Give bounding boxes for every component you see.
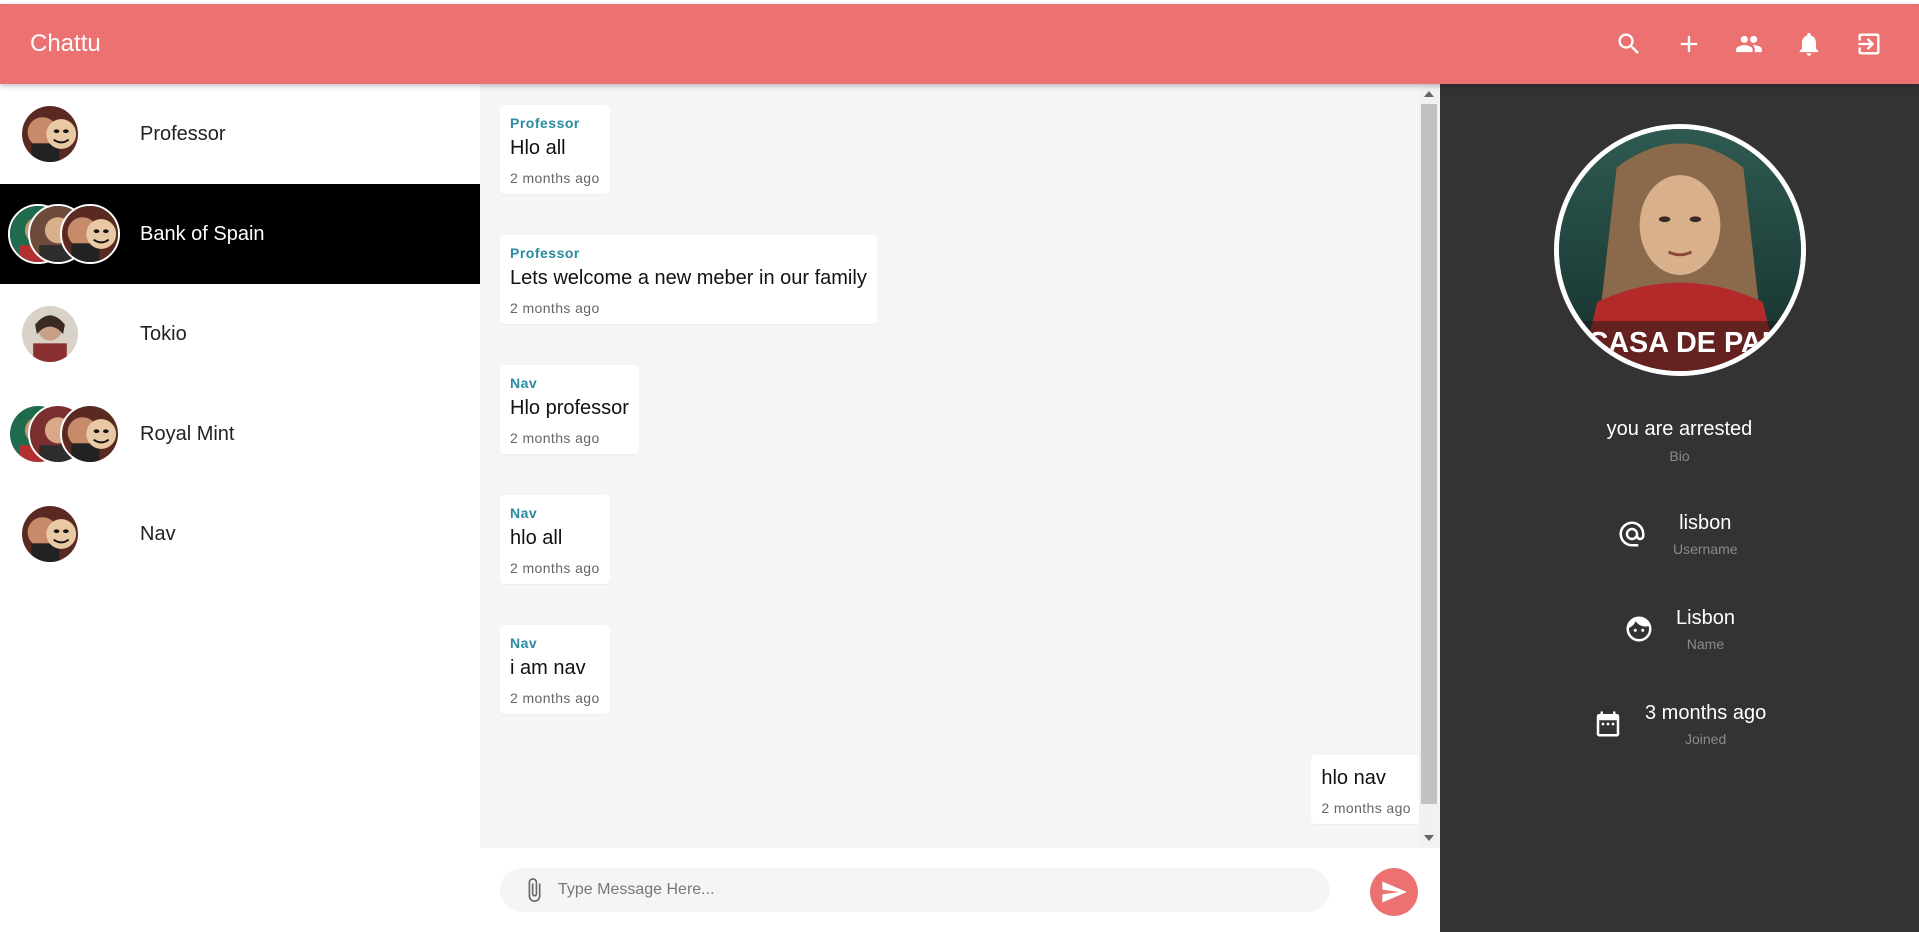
- message-text: i am nav: [510, 657, 586, 679]
- calendar-icon: [1593, 709, 1623, 739]
- poster-text: LA CASA DE PAPEL: [1559, 327, 1801, 359]
- attach-button[interactable]: [514, 870, 554, 910]
- chat-app: Chattu Professor Bank of Spain Tokio Roy…: [0, 0, 1919, 932]
- message-sender: Nav: [510, 635, 538, 651]
- chat-name: Bank of Spain: [140, 222, 265, 245]
- chat-item-nav[interactable]: Nav: [0, 484, 480, 584]
- scroll-up-button[interactable]: [1419, 86, 1439, 102]
- joined-label: Joined: [1684, 730, 1727, 747]
- arrow-down-icon: [1424, 835, 1434, 841]
- message-sender: Professor: [510, 245, 580, 261]
- paperclip-icon: [528, 878, 541, 902]
- send-icon: [1382, 881, 1407, 903]
- avatar: [20, 304, 80, 364]
- chat-avatar-group: [0, 284, 140, 384]
- search-button[interactable]: [1599, 14, 1659, 74]
- message-bubble: Nav hlo all 2 months ago: [500, 495, 610, 584]
- message-bubble-own: hlo nav 2 months ago: [1311, 755, 1421, 824]
- joined-value: 3 months ago: [1645, 701, 1767, 724]
- username-row: lisbon Username: [1617, 509, 1738, 559]
- message-input[interactable]: [558, 870, 1298, 910]
- scroll-down-button[interactable]: [1419, 830, 1439, 846]
- message-time: 2 months ago: [1321, 800, 1411, 816]
- chat-avatar-group: [0, 384, 140, 484]
- chat-name: Tokio: [140, 322, 187, 345]
- plus-icon: [1680, 35, 1698, 53]
- avatar: [20, 504, 80, 564]
- message-time: 2 months ago: [510, 560, 600, 576]
- name-row: Lisbon Name: [1624, 604, 1735, 654]
- toolbar: [1599, 14, 1899, 74]
- message-text: hlo nav: [1321, 767, 1386, 789]
- bio-label: Bio: [1669, 448, 1690, 464]
- contacts-button[interactable]: [1719, 14, 1779, 74]
- message-time: 2 months ago: [510, 430, 600, 446]
- profile-avatar: LA CASA DE PAPEL: [1554, 124, 1806, 376]
- chat-list: Professor Bank of Spain Tokio Royal Mint…: [0, 84, 480, 932]
- message-text: hlo all: [510, 527, 563, 549]
- chat-name: Professor: [140, 122, 226, 145]
- avatar: [60, 404, 120, 464]
- name-label: Name: [1686, 635, 1725, 652]
- profile-panel: LA CASA DE PAPEL you are arrested Bio li…: [1440, 84, 1919, 932]
- avatar: [20, 104, 80, 164]
- message-sender: Nav: [510, 375, 538, 391]
- message-bubble: Professor Lets welcome a new meber in ou…: [500, 235, 877, 324]
- joined-row: 3 months ago Joined: [1593, 699, 1766, 749]
- username-text: lisbon Username: [1673, 512, 1738, 557]
- search-icon: [1618, 33, 1639, 54]
- message-time: 2 months ago: [510, 690, 600, 706]
- arrow-up-icon: [1424, 91, 1434, 97]
- bio-value: you are arrested: [1606, 418, 1753, 440]
- avatar: [60, 204, 120, 264]
- message-text: Hlo professor: [510, 397, 629, 419]
- chat-avatar-group: [0, 484, 140, 584]
- face-icon: [1624, 614, 1654, 644]
- message-text: Hlo all: [510, 137, 566, 159]
- logout-icon: [1858, 33, 1880, 55]
- chat-avatar-group: [0, 184, 140, 284]
- name-text: Lisbon Name: [1676, 607, 1735, 652]
- message-time: 2 months ago: [510, 170, 600, 186]
- message-sender: Professor: [510, 115, 580, 131]
- message-sender: Nav: [510, 505, 538, 521]
- joined-text: 3 months ago Joined: [1645, 702, 1766, 747]
- people-icon: [1736, 35, 1762, 53]
- message-panel: Professor Hlo all 2 months ago Professor…: [480, 84, 1440, 848]
- send-button[interactable]: [1370, 868, 1418, 916]
- chat-item-professor[interactable]: Professor: [0, 84, 480, 184]
- scroll-thumb[interactable]: [1421, 104, 1437, 804]
- message-bubble: Nav i am nav 2 months ago: [500, 625, 610, 714]
- chat-item-royal-mint[interactable]: Royal Mint: [0, 384, 480, 484]
- message-bubble: Professor Hlo all 2 months ago: [500, 105, 610, 194]
- logout-button[interactable]: [1839, 14, 1899, 74]
- message-text: Lets welcome a new meber in our family: [510, 267, 867, 289]
- add-button[interactable]: [1659, 14, 1719, 74]
- chat-name: Nav: [140, 522, 176, 545]
- app-bar: Chattu: [0, 4, 1919, 84]
- message-input-wrapper: [500, 868, 1330, 912]
- message-time: 2 months ago: [510, 300, 600, 316]
- at-icon: [1617, 519, 1647, 549]
- chat-item-bank-of-spain[interactable]: Bank of Spain: [0, 184, 480, 284]
- app-title: Chattu: [30, 30, 101, 57]
- message-bubble: Nav Hlo professor 2 months ago: [500, 365, 639, 454]
- message-composer: [480, 848, 1440, 932]
- chat-avatar-group: [0, 84, 140, 184]
- chat-item-tokio[interactable]: Tokio: [0, 284, 480, 384]
- bell-icon: [1799, 32, 1819, 56]
- chat-name: Royal Mint: [140, 422, 235, 445]
- notifications-button[interactable]: [1779, 14, 1839, 74]
- name-value: Lisbon: [1676, 606, 1735, 629]
- message-scrollbar[interactable]: [1419, 84, 1439, 848]
- username-value: lisbon: [1679, 511, 1732, 534]
- username-label: Username: [1673, 540, 1738, 557]
